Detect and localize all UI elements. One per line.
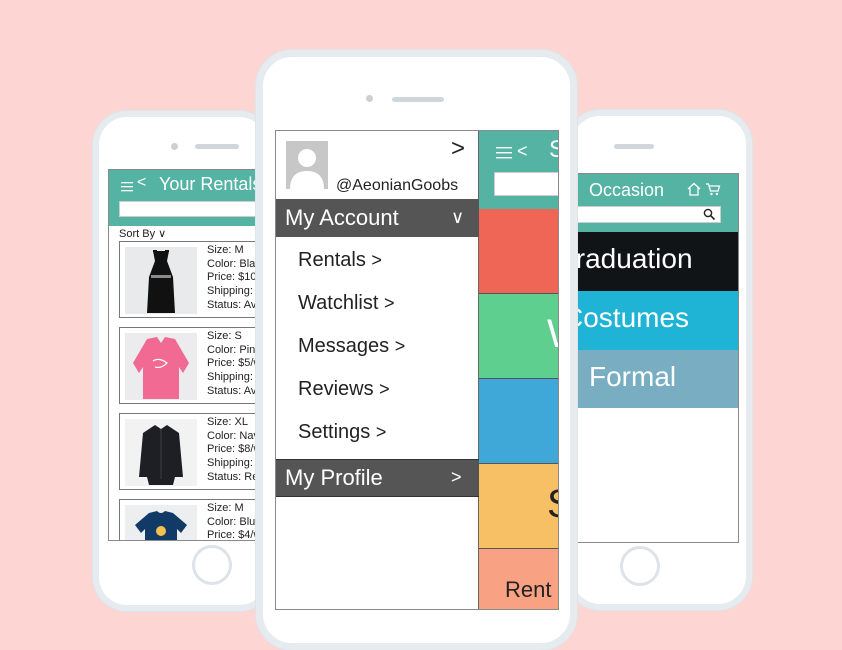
blue-shirt-image: [125, 505, 197, 540]
category-tile[interactable]: W: [479, 294, 558, 379]
category-tiles: W S Rent: [479, 209, 558, 609]
search-icon[interactable]: [703, 208, 716, 226]
chevron-right-icon: >: [375, 422, 387, 442]
category-tile[interactable]: S: [479, 464, 558, 549]
chevron-right-icon: >: [394, 336, 406, 356]
pink-jacket-image: [125, 333, 197, 400]
chevron-left-icon[interactable]: <: [137, 174, 146, 192]
chevron-left-icon[interactable]: <: [517, 141, 528, 162]
search-input[interactable]: [569, 206, 721, 223]
rental-card[interactable]: Size: S Color: Pink Price: $5/week Shipp…: [119, 327, 265, 404]
background-title: S: [549, 136, 558, 164]
category-tile[interactable]: Rent: [479, 549, 558, 609]
category-tile[interactable]: [479, 379, 558, 464]
home-button[interactable]: [620, 546, 660, 586]
phone-camera: [366, 95, 373, 102]
avatar[interactable]: [286, 141, 328, 189]
phone-rentals: < Your Rentals Sort By ∨ Size: M Color: …: [93, 111, 273, 611]
rentals-screen: < Your Rentals Sort By ∨ Size: M Color: …: [108, 169, 266, 541]
occasion-costumes[interactable]: Costumes: [569, 291, 738, 350]
phone-speaker: [195, 144, 239, 149]
hamburger-icon[interactable]: [121, 179, 133, 197]
page-title: Occasion: [589, 180, 665, 200]
chevron-right-icon: >: [371, 250, 382, 270]
hamburger-icon[interactable]: [496, 146, 512, 164]
chevron-down-icon: ∨: [451, 207, 465, 227]
menu-item-rentals[interactable]: Rentals >: [298, 249, 382, 272]
occasion-header: Occasion: [569, 174, 738, 205]
home-icon[interactable]: [687, 182, 701, 201]
chevron-right-icon: >: [379, 379, 390, 399]
menu-item-reviews[interactable]: Reviews >: [298, 378, 390, 401]
chevron-down-icon: ∨: [158, 228, 167, 240]
chevron-right-icon[interactable]: >: [451, 135, 465, 163]
rental-card[interactable]: Size: M Color: Black Price: $10/week Shi…: [119, 241, 265, 318]
phone-speaker: [614, 144, 654, 149]
occasion-screen: Occasion Graduation Costumes Formal: [569, 173, 739, 543]
phone-camera: [171, 143, 178, 150]
my-profile-header[interactable]: My Profile >: [276, 459, 479, 497]
chevron-right-icon: >: [451, 467, 462, 487]
occasion-graduation[interactable]: Graduation: [569, 232, 738, 291]
background-search-input[interactable]: [494, 172, 558, 196]
phone-speaker: [392, 97, 444, 102]
menu-item-settings[interactable]: Settings >: [298, 421, 386, 444]
category-tile[interactable]: [479, 209, 558, 294]
rental-card[interactable]: Size: XL Color: Navy Price: $8/week Ship…: [119, 413, 265, 490]
menu-item-watchlist[interactable]: Watchlist >: [298, 292, 394, 315]
navy-blazer-image: [125, 419, 197, 486]
search-input[interactable]: [119, 201, 265, 217]
my-account-header[interactable]: My Account ∨: [276, 199, 479, 237]
side-menu: > @AeonianGoobs My Account ∨ Rentals > W…: [276, 131, 479, 609]
sort-by-dropdown[interactable]: Sort By ∨: [119, 227, 166, 240]
occasion-formal[interactable]: Formal: [569, 350, 738, 408]
menu-item-messages[interactable]: Messages >: [298, 335, 405, 358]
phone-menu: < S W S Rent >: [256, 50, 577, 650]
phone-occasion: Occasion Graduation Costumes Formal: [566, 110, 752, 610]
home-button[interactable]: [192, 545, 232, 585]
cart-icon[interactable]: [705, 182, 721, 201]
background-header: < S: [479, 131, 558, 171]
chevron-right-icon: >: [383, 293, 395, 313]
rentals-header: < Your Rentals: [109, 170, 265, 200]
page-title: Your Rentals: [159, 174, 262, 194]
username: @AeonianGoobs: [336, 177, 459, 194]
sort-by-label: Sort By: [119, 228, 156, 240]
rental-card[interactable]: Size: M Color: Blue Price: $4/week: [119, 499, 265, 540]
menu-screen: < S W S Rent >: [275, 130, 559, 610]
black-dress-image: [125, 247, 197, 314]
